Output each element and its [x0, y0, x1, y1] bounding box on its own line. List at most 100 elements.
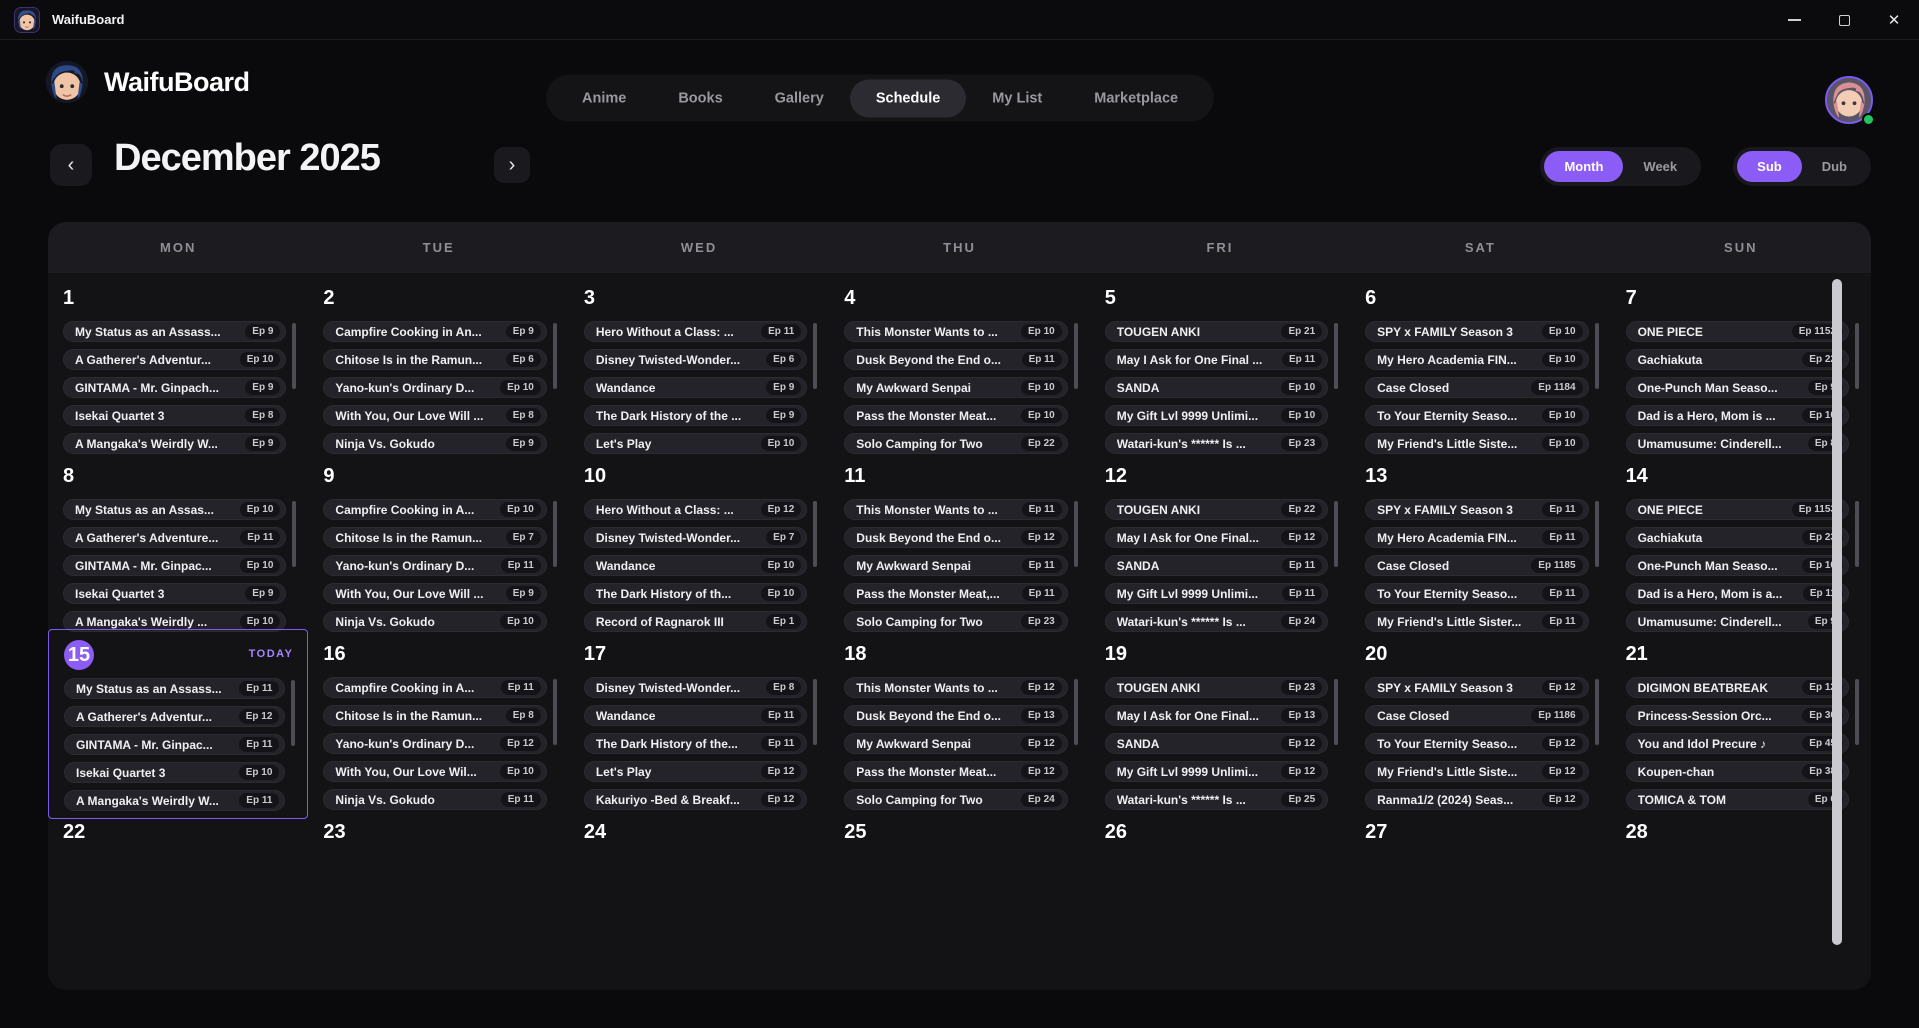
- event-pill[interactable]: ONE PIECEEp 1153: [1626, 499, 1849, 520]
- minimize-button[interactable]: [1769, 0, 1819, 40]
- day-cell-20[interactable]: 20SPY x FAMILY Season 3Ep 12Case ClosedE…: [1350, 629, 1610, 819]
- event-pill[interactable]: With You, Our Love Will ...Ep 8: [323, 405, 546, 426]
- event-pill[interactable]: Disney Twisted-Wonder...Ep 6: [584, 349, 807, 370]
- tab-my-list[interactable]: My List: [966, 79, 1068, 117]
- event-pill[interactable]: Dad is a Hero, Mom is ...Ep 10: [1626, 405, 1849, 426]
- cell-scrollbar[interactable]: [813, 679, 817, 745]
- event-pill[interactable]: Campfire Cooking in A...Ep 11: [323, 677, 546, 698]
- event-pill[interactable]: This Monster Wants to ...Ep 12: [844, 677, 1067, 698]
- event-pill[interactable]: TOUGEN ANKIEp 21: [1105, 321, 1328, 342]
- cell-scrollbar[interactable]: [1074, 679, 1078, 745]
- day-cell-9[interactable]: 9Campfire Cooking in A...Ep 10Chitose Is…: [308, 451, 568, 639]
- day-cell-23[interactable]: 23: [308, 807, 568, 985]
- cell-scrollbar[interactable]: [1855, 501, 1859, 567]
- cell-scrollbar[interactable]: [813, 501, 817, 567]
- day-cell-11[interactable]: 11This Monster Wants to ...Ep 11Dusk Bey…: [829, 451, 1089, 639]
- event-pill[interactable]: My Status as an Assass...Ep 9: [63, 321, 286, 342]
- event-pill[interactable]: The Dark History of th...Ep 10: [584, 583, 807, 604]
- prev-month-button[interactable]: ‹: [50, 144, 92, 186]
- event-pill[interactable]: SANDAEp 10: [1105, 377, 1328, 398]
- day-cell-18[interactable]: 18This Monster Wants to ...Ep 12Dusk Bey…: [829, 629, 1089, 819]
- event-pill[interactable]: Yano-kun's Ordinary D...Ep 10: [323, 377, 546, 398]
- event-pill[interactable]: Disney Twisted-Wonder...Ep 8: [584, 677, 807, 698]
- event-pill[interactable]: Pass the Monster Meat,...Ep 11: [844, 583, 1067, 604]
- tab-anime[interactable]: Anime: [556, 79, 652, 117]
- event-pill[interactable]: Campfire Cooking in An...Ep 9: [323, 321, 546, 342]
- day-cell-24[interactable]: 24: [569, 807, 829, 985]
- view-month[interactable]: Month: [1544, 151, 1623, 182]
- event-pill[interactable]: Dusk Beyond the End o...Ep 11: [844, 349, 1067, 370]
- event-pill[interactable]: To Your Eternity Seaso...Ep 10: [1365, 405, 1588, 426]
- event-pill[interactable]: Princess-Session Orc...Ep 36: [1626, 705, 1849, 726]
- day-cell-10[interactable]: 10Hero Without a Class: ...Ep 12Disney T…: [569, 451, 829, 639]
- event-pill[interactable]: ONE PIECEEp 1152: [1626, 321, 1849, 342]
- tab-gallery[interactable]: Gallery: [749, 79, 850, 117]
- event-pill[interactable]: A Gatherer's Adventure...Ep 11: [63, 527, 286, 548]
- event-pill[interactable]: You and Idol Precure ♪Ep 45: [1626, 733, 1849, 754]
- event-pill[interactable]: My Status as an Assass...Ep 11: [64, 678, 285, 699]
- next-month-button[interactable]: ›: [494, 147, 530, 183]
- event-pill[interactable]: This Monster Wants to ...Ep 10: [844, 321, 1067, 342]
- cell-scrollbar[interactable]: [1595, 679, 1599, 745]
- event-pill[interactable]: My Hero Academia FIN...Ep 10: [1365, 349, 1588, 370]
- day-cell-17[interactable]: 17Disney Twisted-Wonder...Ep 8WandanceEp…: [569, 629, 829, 819]
- day-cell-25[interactable]: 25: [829, 807, 1089, 985]
- day-cell-8[interactable]: 8My Status as an Assas...Ep 10A Gatherer…: [48, 451, 308, 639]
- event-pill[interactable]: Hero Without a Class: ...Ep 12: [584, 499, 807, 520]
- event-pill[interactable]: Yano-kun's Ordinary D...Ep 12: [323, 733, 546, 754]
- day-cell-27[interactable]: 27: [1350, 807, 1610, 985]
- day-cell-16[interactable]: 16Campfire Cooking in A...Ep 11Chitose I…: [308, 629, 568, 819]
- event-pill[interactable]: This Monster Wants to ...Ep 11: [844, 499, 1067, 520]
- day-cell-22[interactable]: 22: [48, 807, 308, 985]
- event-pill[interactable]: Let's PlayEp 12: [584, 761, 807, 782]
- event-pill[interactable]: Isekai Quartet 3Ep 10: [64, 762, 285, 783]
- cell-scrollbar[interactable]: [1074, 501, 1078, 567]
- audio-dub[interactable]: Dub: [1802, 151, 1867, 182]
- cell-scrollbar[interactable]: [291, 680, 295, 746]
- event-pill[interactable]: With You, Our Love Wil...Ep 10: [323, 761, 546, 782]
- day-cell-4[interactable]: 4This Monster Wants to ...Ep 10Dusk Beyo…: [829, 273, 1089, 461]
- cell-scrollbar[interactable]: [553, 679, 557, 745]
- event-pill[interactable]: My Hero Academia FIN...Ep 11: [1365, 527, 1588, 548]
- event-pill[interactable]: Chitose Is in the Ramun...Ep 8: [323, 705, 546, 726]
- audio-sub[interactable]: Sub: [1737, 151, 1802, 182]
- event-pill[interactable]: Isekai Quartet 3Ep 8: [63, 405, 286, 426]
- event-pill[interactable]: My Awkward SenpaiEp 10: [844, 377, 1067, 398]
- event-pill[interactable]: Case ClosedEp 1185: [1365, 555, 1588, 576]
- event-pill[interactable]: DIGIMON BEATBREAKEp 12: [1626, 677, 1849, 698]
- event-pill[interactable]: SANDAEp 12: [1105, 733, 1328, 754]
- event-pill[interactable]: Case ClosedEp 1184: [1365, 377, 1588, 398]
- event-pill[interactable]: Chitose Is in the Ramun...Ep 7: [323, 527, 546, 548]
- event-pill[interactable]: One-Punch Man Seaso...Ep 10: [1626, 555, 1849, 576]
- cell-scrollbar[interactable]: [292, 501, 296, 567]
- event-pill[interactable]: SANDAEp 11: [1105, 555, 1328, 576]
- event-pill[interactable]: A Gatherer's Adventur...Ep 12: [64, 706, 285, 727]
- event-pill[interactable]: Chitose Is in the Ramun...Ep 6: [323, 349, 546, 370]
- event-pill[interactable]: My Gift Lvl 9999 Unlimi...Ep 12: [1105, 761, 1328, 782]
- day-cell-3[interactable]: 3Hero Without a Class: ...Ep 11Disney Tw…: [569, 273, 829, 461]
- event-pill[interactable]: SPY x FAMILY Season 3Ep 11: [1365, 499, 1588, 520]
- event-pill[interactable]: Dusk Beyond the End o...Ep 12: [844, 527, 1067, 548]
- event-pill[interactable]: My Status as an Assas...Ep 10: [63, 499, 286, 520]
- event-pill[interactable]: GINTAMA - Mr. Ginpach...Ep 9: [63, 377, 286, 398]
- cell-scrollbar[interactable]: [1595, 501, 1599, 567]
- day-cell-2[interactable]: 2Campfire Cooking in An...Ep 9Chitose Is…: [308, 273, 568, 461]
- cell-scrollbar[interactable]: [1334, 501, 1338, 567]
- cell-scrollbar[interactable]: [1334, 323, 1338, 389]
- event-pill[interactable]: Hero Without a Class: ...Ep 11: [584, 321, 807, 342]
- day-cell-19[interactable]: 19TOUGEN ANKIEp 23May I Ask for One Fina…: [1090, 629, 1350, 819]
- day-cell-5[interactable]: 5TOUGEN ANKIEp 21May I Ask for One Final…: [1090, 273, 1350, 461]
- event-pill[interactable]: Dusk Beyond the End o...Ep 13: [844, 705, 1067, 726]
- day-cell-6[interactable]: 6SPY x FAMILY Season 3Ep 10My Hero Acade…: [1350, 273, 1610, 461]
- view-week[interactable]: Week: [1623, 151, 1697, 182]
- event-pill[interactable]: SPY x FAMILY Season 3Ep 12: [1365, 677, 1588, 698]
- event-pill[interactable]: May I Ask for One Final ...Ep 11: [1105, 349, 1328, 370]
- event-pill[interactable]: May I Ask for One Final...Ep 13: [1105, 705, 1328, 726]
- event-pill[interactable]: Pass the Monster Meat...Ep 12: [844, 761, 1067, 782]
- event-pill[interactable]: My Awkward SenpaiEp 11: [844, 555, 1067, 576]
- cell-scrollbar[interactable]: [813, 323, 817, 389]
- event-pill[interactable]: Campfire Cooking in A...Ep 10: [323, 499, 546, 520]
- event-pill[interactable]: With You, Our Love Will ...Ep 9: [323, 583, 546, 604]
- event-pill[interactable]: May I Ask for One Final...Ep 12: [1105, 527, 1328, 548]
- event-pill[interactable]: GINTAMA - Mr. Ginpac...Ep 11: [64, 734, 285, 755]
